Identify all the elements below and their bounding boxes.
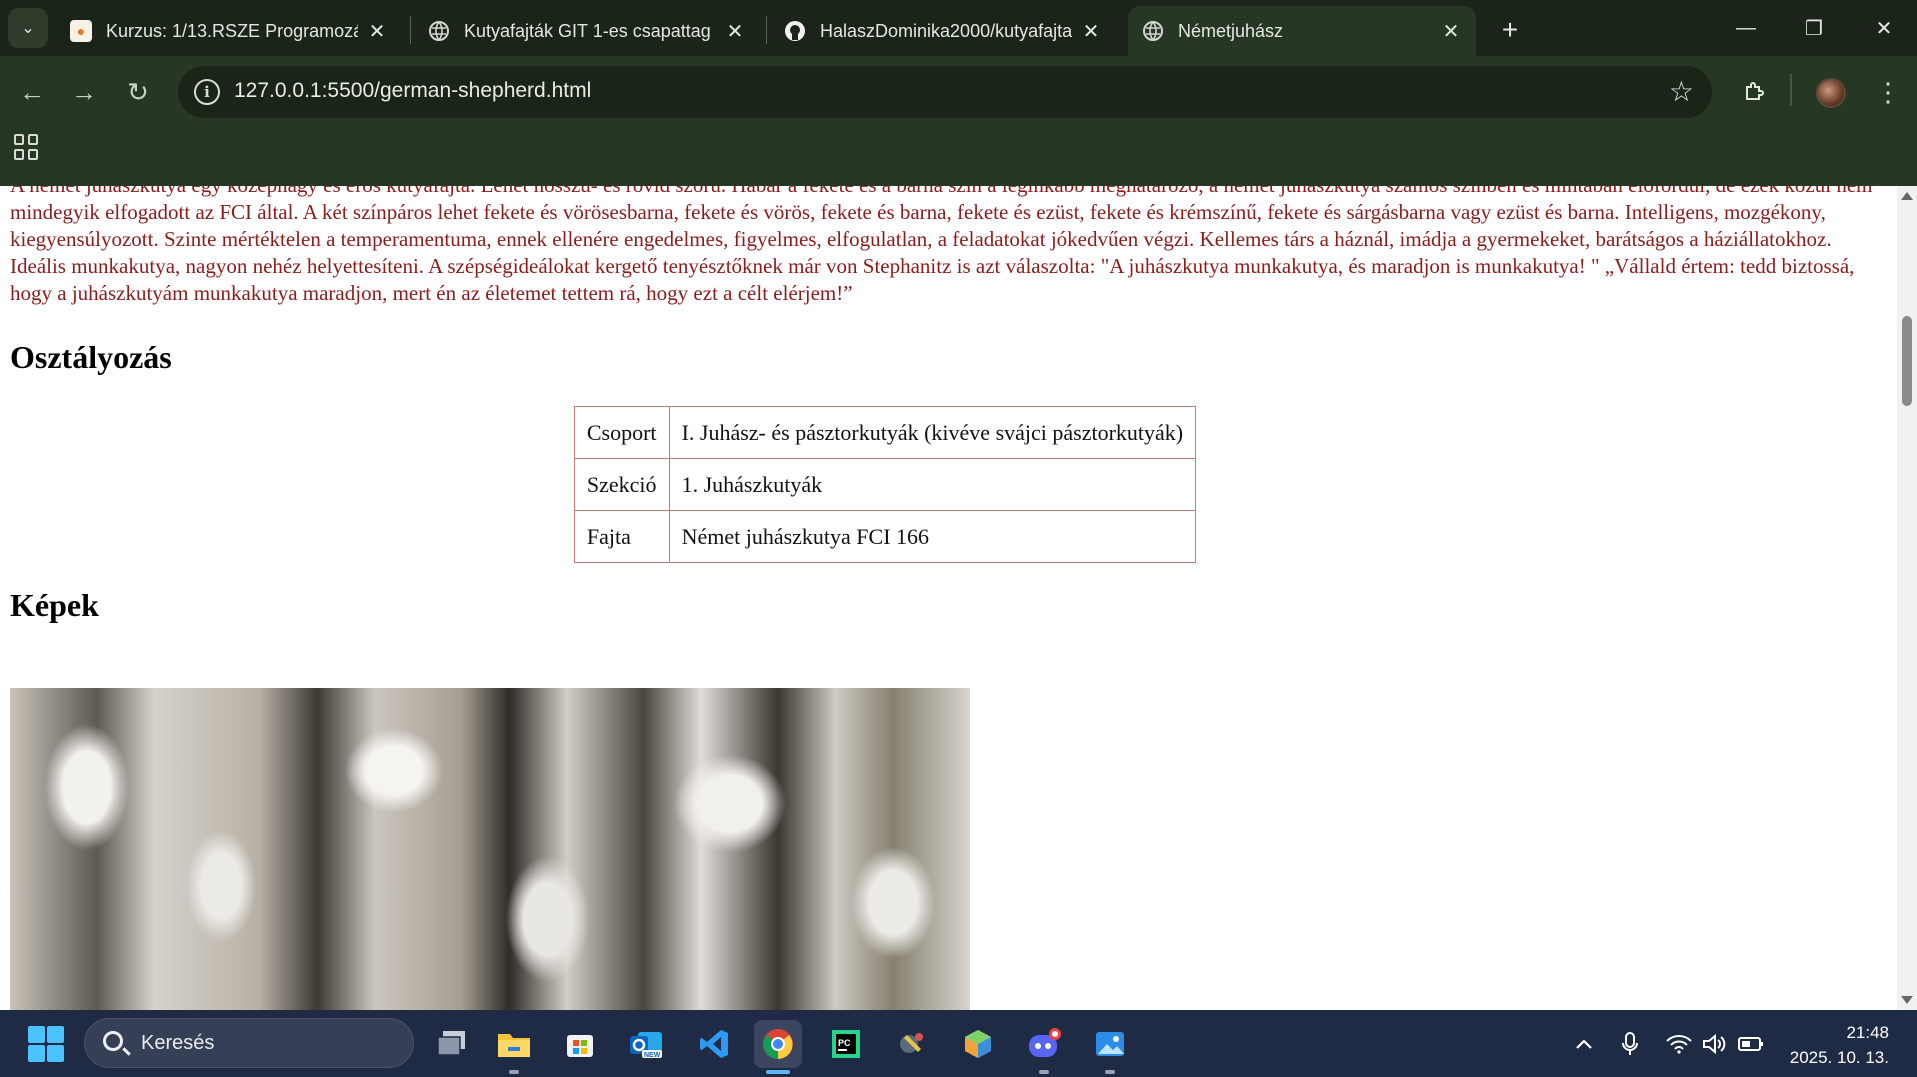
table-row: Fajta Német juhászkutya FCI 166 — [573, 510, 1197, 563]
clock-time: 21:48 — [1846, 1023, 1889, 1042]
vscode-icon[interactable] — [690, 1020, 738, 1068]
close-icon[interactable]: ✕ — [366, 19, 388, 44]
scroll-up-arrow-icon[interactable] — [1901, 192, 1913, 200]
system-clock[interactable]: 21:48 2025. 10. 13. — [1790, 1020, 1889, 1070]
pycharm-icon[interactable]: PC — [822, 1020, 870, 1068]
intro-paragraph: A német juhászkutya egy középnagy és erő… — [10, 186, 1873, 305]
tab-kurzus[interactable]: ● Kurzus: 1/13.RSZE Programozás ✕ — [56, 6, 402, 56]
restore-icon: ❐ — [1805, 17, 1823, 40]
search-icon — [103, 1031, 123, 1051]
site-info-icon[interactable]: i — [194, 79, 220, 105]
volume-icon[interactable] — [1700, 1030, 1730, 1058]
cube-app-icon[interactable] — [954, 1020, 1002, 1068]
close-icon[interactable]: ✕ — [724, 19, 746, 44]
clock-date: 2025. 10. 13. — [1789, 1048, 1889, 1067]
svg-text:PC: PC — [838, 1038, 851, 1048]
running-indicator — [1039, 1070, 1049, 1074]
back-button[interactable]: ← — [12, 72, 52, 112]
outlook-new-icon[interactable]: NEW — [622, 1020, 670, 1068]
task-view-icon[interactable] — [428, 1020, 476, 1068]
globe-icon — [428, 20, 450, 42]
german-shepherd-photo — [10, 688, 970, 1010]
close-icon: ✕ — [1875, 17, 1893, 40]
restore-button[interactable]: ❐ — [1786, 8, 1842, 48]
arrow-right-icon: → — [71, 76, 97, 107]
scroll-down-arrow-icon[interactable] — [1901, 996, 1913, 1004]
file-explorer-icon[interactable] — [490, 1020, 538, 1068]
tab-github[interactable]: HalaszDominika2000/kutyafajta ✕ — [770, 6, 1116, 56]
scrollbar-thumb[interactable] — [1902, 316, 1912, 406]
tab-kutyafajtak-git[interactable]: Kutyafajták GIT 1-es csapattag ✕ — [414, 6, 760, 56]
new-tab-button[interactable]: + — [1492, 12, 1528, 48]
battery-icon[interactable] — [1736, 1030, 1766, 1058]
images-heading: Képek — [10, 587, 99, 623]
tab-title: Németjuhász — [1178, 20, 1284, 41]
running-indicator — [1105, 1070, 1115, 1074]
search-placeholder: Keresés — [141, 1032, 215, 1054]
wifi-icon[interactable] — [1664, 1030, 1694, 1058]
taskbar-search[interactable]: Keresés — [84, 1018, 414, 1068]
tab-divider — [766, 16, 767, 44]
tab-title: Kurzus: 1/13.RSZE Programozás — [106, 20, 358, 41]
forward-button[interactable]: → — [64, 72, 104, 112]
microphone-icon[interactable] — [1616, 1030, 1644, 1058]
chrome-icon[interactable] — [754, 1020, 802, 1068]
arrow-left-icon: ← — [19, 76, 45, 107]
bookmark-star-icon[interactable]: ☆ — [1669, 75, 1694, 108]
page-viewport: A német juhászkutya egy középnagy és erő… — [0, 186, 1917, 1010]
app-icon[interactable] — [888, 1020, 936, 1068]
more-menu-icon[interactable]: ⋮ — [1868, 72, 1908, 112]
toolbar-divider — [1790, 74, 1792, 106]
windows-taskbar: Keresés NEW PC 21:48 2025. 10. 13. — [0, 1010, 1917, 1077]
extensions-icon[interactable] — [1734, 72, 1774, 112]
reload-icon: ↻ — [127, 76, 149, 107]
table-cell-value: Német juhászkutya FCI 166 — [668, 510, 1197, 563]
moodle-icon: ● — [70, 20, 92, 42]
classification-table: Csoport I. Juhász- és pásztorkutyák (kiv… — [573, 406, 1197, 563]
plus-icon: + — [1501, 14, 1519, 45]
minimize-button[interactable]: — — [1718, 8, 1774, 48]
active-indicator — [766, 1070, 790, 1074]
close-window-button[interactable]: ✕ — [1856, 8, 1912, 48]
svg-text:NEW: NEW — [644, 1052, 661, 1059]
chevron-down-icon: ⌄ — [21, 20, 35, 37]
table-row: Szekció 1. Juhászkutyák — [573, 458, 1197, 511]
apps-grid-icon[interactable] — [14, 134, 40, 160]
tab-search-button[interactable]: ⌄ — [8, 8, 48, 48]
profile-avatar[interactable] — [1816, 78, 1846, 108]
tab-strip: ⌄ ● Kurzus: 1/13.RSZE Programozás ✕ Kuty… — [0, 0, 1917, 56]
close-icon[interactable]: ✕ — [1440, 19, 1462, 44]
tab-title: HalaszDominika2000/kutyafajta — [820, 20, 1072, 41]
tab-title: Kutyafajták GIT 1-es csapattag — [464, 20, 711, 41]
chevron-up-icon[interactable] — [1570, 1030, 1598, 1058]
photos-icon[interactable] — [1086, 1020, 1134, 1068]
browser-toolbar: ← → ↻ i 127.0.0.1:5500/german-shepherd.h… — [0, 56, 1917, 186]
reload-button[interactable]: ↻ — [118, 72, 158, 112]
table-cell-label: Szekció — [573, 458, 670, 511]
tab-nemetjuhasz[interactable]: Németjuhász ✕ — [1128, 6, 1476, 56]
table-cell-label: Fajta — [573, 510, 670, 563]
address-bar[interactable]: i 127.0.0.1:5500/german-shepherd.html ☆ — [178, 66, 1712, 118]
github-icon — [784, 20, 806, 42]
table-row: Csoport I. Juhász- és pásztorkutyák (kiv… — [573, 406, 1197, 459]
globe-icon — [1142, 20, 1164, 42]
url-text[interactable]: 127.0.0.1:5500/german-shepherd.html — [234, 79, 591, 103]
page-content: A német juhászkutya egy középnagy és erő… — [10, 186, 1890, 624]
running-indicator — [509, 1070, 519, 1074]
table-cell-value: I. Juhász- és pásztorkutyák (kivéve sváj… — [668, 406, 1197, 459]
microsoft-store-icon[interactable] — [556, 1020, 604, 1068]
table-cell-label: Csoport — [573, 406, 670, 459]
classification-heading: Osztályozás — [10, 339, 172, 375]
windows-start-icon[interactable] — [28, 1026, 64, 1062]
tab-divider — [410, 16, 411, 44]
close-icon[interactable]: ✕ — [1080, 19, 1102, 44]
classification-table-wrapper: Csoport I. Juhász- és pásztorkutyák (kiv… — [10, 406, 1890, 563]
table-cell-value: 1. Juhászkutyák — [668, 458, 1197, 511]
minimize-icon: — — [1736, 16, 1756, 39]
discord-icon[interactable] — [1020, 1020, 1068, 1068]
page-scrollbar[interactable] — [1897, 186, 1917, 1010]
